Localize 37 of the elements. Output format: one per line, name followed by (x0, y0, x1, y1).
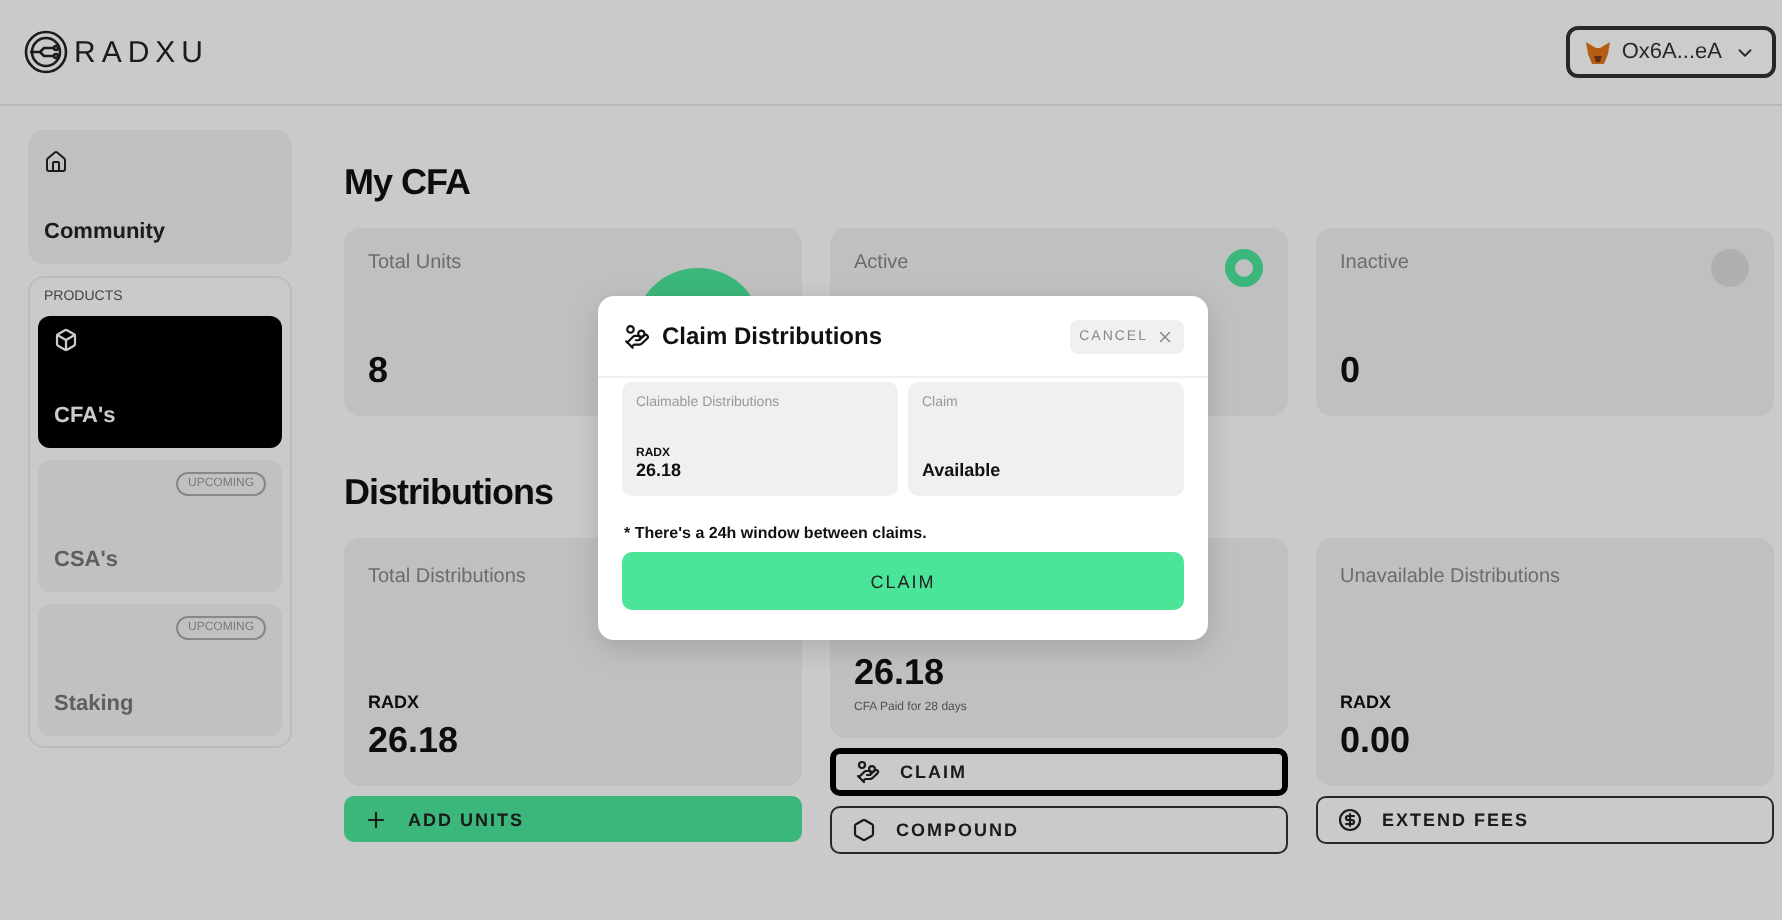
wallet-button[interactable]: Ox6A...eA (1565, 26, 1776, 78)
amount-value: 26.18 (368, 720, 461, 762)
card-label: Unavailable Distributions (1340, 566, 1563, 588)
stat-value: 0 (1340, 350, 1363, 392)
action-button[interactable]: ADD UNITS (344, 796, 802, 842)
action-button[interactable]: EXTEND FEES (1316, 796, 1774, 844)
panel-value: Available (922, 460, 1003, 480)
hexagon-icon (852, 818, 876, 842)
brand-name: RADXU (74, 35, 210, 69)
section-title: Distributions (344, 472, 555, 514)
action-button[interactable]: COMPOUND (830, 806, 1288, 854)
currency-label: RADX (1340, 692, 1394, 712)
panel-value: 26.18 (636, 460, 684, 480)
plus-icon (364, 807, 388, 831)
note-text: * There's a 24h window between claims. (622, 522, 929, 546)
fox-icon (1585, 41, 1610, 63)
product-nav-item[interactable]: CFA's (38, 316, 282, 448)
community-nav-item[interactable]: Community (28, 130, 292, 264)
stat-value: 8 (368, 350, 391, 392)
card-label: Inactive (1340, 252, 1411, 274)
claim-button[interactable]: CLAIM (622, 552, 1184, 610)
card-label: Active (854, 252, 911, 274)
card-label: Total Units (368, 252, 464, 274)
card-label: Total Distributions (368, 566, 528, 588)
currency-label: RADX (368, 692, 422, 712)
action-button[interactable]: CLAIM (830, 748, 1288, 796)
section-title: My CFA (344, 162, 473, 204)
logo-icon (24, 30, 68, 74)
dialog-title: Claim Distributions (662, 322, 883, 350)
close-icon (1156, 327, 1174, 345)
hand-coins-icon (624, 323, 650, 349)
dollar-circle-icon (1338, 808, 1362, 832)
amount-value: 0.00 (1340, 720, 1413, 762)
cube-icon (54, 328, 78, 352)
amount-value: 26.18 (854, 652, 947, 694)
hand-coins-icon (856, 760, 880, 784)
home-icon (44, 150, 68, 174)
